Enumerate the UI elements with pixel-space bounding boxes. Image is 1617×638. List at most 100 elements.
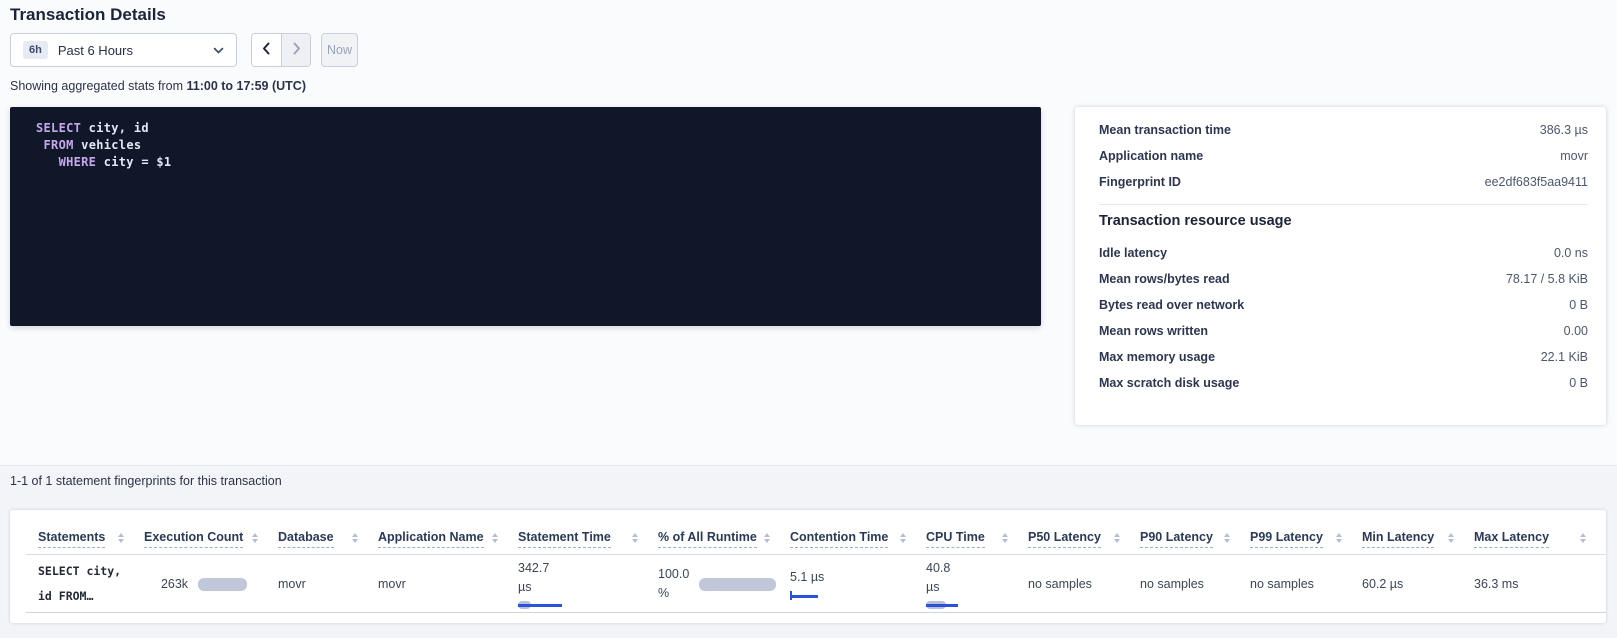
resource-value: 0 B	[1569, 298, 1588, 312]
column-header-database[interactable]: Database	[278, 530, 378, 555]
chevron-right-icon	[291, 42, 302, 58]
statement-row: SELECT city, id FROM… 263k movr movr 342…	[10, 555, 1606, 613]
summary-value: 386.3 µs	[1540, 123, 1588, 137]
transaction-details-page: Transaction Details 6h Past 6 Hours Now …	[0, 0, 1617, 638]
resource-value: 0.0 ns	[1554, 246, 1588, 260]
time-range-label: Past 6 Hours	[58, 43, 133, 58]
column-header-p50-latency[interactable]: P50 Latency	[1028, 530, 1140, 555]
time-step-buttons	[251, 33, 311, 67]
sql-line: SELECT city, id	[36, 120, 1025, 137]
column-header-execution-count[interactable]: Execution Count	[144, 530, 278, 555]
summary-value: movr	[1560, 149, 1588, 163]
resource-value: 78.17 / 5.8 KiB	[1506, 272, 1588, 286]
sort-icon	[764, 533, 770, 546]
column-header-p99-latency[interactable]: P99 Latency	[1250, 530, 1362, 555]
cell-contention-time: 5.1 µs	[790, 555, 926, 613]
caption-time-range: 11:00 to 17:59 (UTC)	[187, 79, 306, 93]
sort-icon	[1336, 533, 1342, 546]
sort-icon	[352, 533, 358, 546]
page-title: Transaction Details	[10, 5, 166, 25]
column-header-statement-time[interactable]: Statement Time	[518, 530, 658, 555]
cell-runtime-pct: 100.0 %	[658, 555, 790, 613]
summary-row: Fingerprint ID ee2df683f5aa9411	[1099, 169, 1588, 195]
sql-keyword: FROM	[44, 138, 74, 152]
column-header-runtime-pct[interactable]: % of All Runtime	[658, 530, 790, 555]
sql-line: FROM vehicles	[36, 137, 1025, 154]
cell-execution-count: 263k	[144, 555, 278, 613]
column-header-max-latency[interactable]: Max Latency	[1474, 530, 1606, 555]
resource-label: Max scratch disk usage	[1099, 376, 1239, 390]
column-header-p90-latency[interactable]: P90 Latency	[1140, 530, 1250, 555]
statement-time-bar	[518, 601, 568, 610]
cell-statement-time: 342.7 µs	[518, 555, 658, 613]
resource-row: Bytes read over network 0 B	[1099, 292, 1588, 318]
cell-application-name: movr	[378, 555, 518, 613]
chevron-left-icon	[261, 42, 272, 58]
sort-icon	[900, 533, 906, 546]
panel-divider	[1099, 204, 1588, 205]
resource-row: Max scratch disk usage 0 B	[1099, 370, 1588, 396]
cell-min-latency: 60.2 µs	[1362, 555, 1474, 613]
resource-usage-heading: Transaction resource usage	[1099, 213, 1588, 229]
runtime-pct-bar	[699, 578, 776, 591]
resource-value: 0.00	[1564, 324, 1588, 338]
summary-row: Mean transaction time 386.3 µs	[1099, 117, 1588, 143]
sort-icon	[632, 533, 638, 546]
resource-row: Max memory usage 22.1 KiB	[1099, 344, 1588, 370]
resource-label: Max memory usage	[1099, 350, 1215, 364]
resource-label: Mean rows written	[1099, 324, 1208, 338]
resource-row: Mean rows/bytes read 78.17 / 5.8 KiB	[1099, 266, 1588, 292]
sort-icon	[1448, 533, 1454, 546]
column-header-statements[interactable]: Statements	[10, 530, 144, 555]
statement-fingerprints-caption: 1-1 of 1 statement fingerprints for this…	[10, 474, 282, 488]
sql-indent	[36, 155, 59, 169]
cell-p50-latency: no samples	[1028, 555, 1140, 613]
sort-icon	[1114, 533, 1120, 546]
resource-label: Bytes read over network	[1099, 298, 1244, 312]
resource-label: Mean rows/bytes read	[1099, 272, 1230, 286]
statements-table-header: Statements Execution Count Database Appl…	[10, 510, 1606, 555]
summary-value: ee2df683f5aa9411	[1485, 175, 1588, 189]
transaction-summary-panel: Mean transaction time 386.3 µs Applicati…	[1075, 107, 1606, 425]
column-header-min-latency[interactable]: Min Latency	[1362, 530, 1474, 555]
sql-keyword: WHERE	[59, 155, 97, 169]
now-button[interactable]: Now	[321, 33, 358, 67]
sql-indent	[36, 138, 44, 152]
cell-p90-latency: no samples	[1140, 555, 1250, 613]
contention-time-bar	[790, 591, 820, 600]
cell-statement[interactable]: SELECT city, id FROM…	[10, 555, 144, 613]
sql-line: WHERE city = $1	[36, 154, 1025, 171]
sort-icon	[1224, 533, 1230, 546]
cell-max-latency: 36.3 ms	[1474, 555, 1606, 613]
summary-label: Application name	[1099, 149, 1203, 163]
chevron-down-icon	[213, 45, 224, 56]
resource-row: Mean rows written 0.00	[1099, 318, 1588, 344]
summary-label: Fingerprint ID	[1099, 175, 1181, 189]
time-range-badge: 6h	[23, 41, 48, 59]
sort-icon	[1580, 533, 1586, 546]
resource-value: 22.1 KiB	[1541, 350, 1588, 364]
column-header-application-name[interactable]: Application Name	[378, 530, 518, 555]
summary-row: Application name movr	[1099, 143, 1588, 169]
summary-label: Mean transaction time	[1099, 123, 1231, 137]
sort-icon	[252, 533, 258, 546]
time-range-dropdown[interactable]: 6h Past 6 Hours	[10, 33, 237, 67]
time-controls: 6h Past 6 Hours Now	[10, 33, 358, 67]
sort-icon	[118, 533, 124, 546]
resource-label: Idle latency	[1099, 246, 1167, 260]
cell-cpu-time: 40.8 µs	[926, 555, 1028, 613]
column-header-contention-time[interactable]: Contention Time	[790, 530, 926, 555]
sort-icon	[492, 533, 498, 546]
resource-value: 0 B	[1569, 376, 1588, 390]
cell-p99-latency: no samples	[1250, 555, 1362, 613]
previous-time-button[interactable]	[252, 34, 281, 66]
execution-count-bar	[198, 578, 247, 591]
cell-database: movr	[278, 555, 378, 613]
sort-icon	[1002, 533, 1008, 546]
sql-statement-box: SELECT city, id FROM vehicles WHERE city…	[10, 107, 1041, 326]
caption-prefix: Showing aggregated stats from	[10, 79, 187, 93]
sql-text: vehicles	[74, 138, 142, 152]
next-time-button[interactable]	[281, 34, 310, 66]
column-header-cpu-time[interactable]: CPU Time	[926, 530, 1028, 555]
aggregated-stats-caption: Showing aggregated stats from 11:00 to 1…	[10, 79, 306, 93]
